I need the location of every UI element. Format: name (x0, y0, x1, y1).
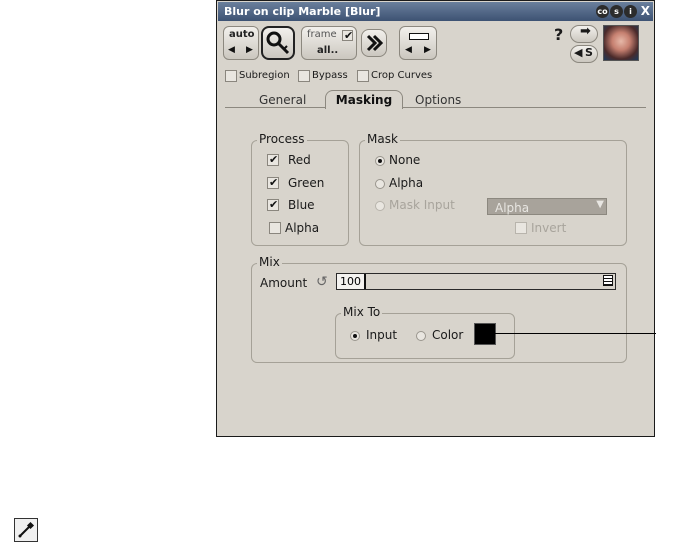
calculator-icon[interactable] (603, 275, 613, 286)
mask-input-dropdown-value: Alpha (495, 201, 530, 215)
cs-button[interactable]: ◀ S (570, 45, 598, 63)
red-label: Red (288, 153, 311, 167)
mask-none-label: None (389, 153, 421, 167)
alpha-label: Alpha (285, 221, 320, 235)
mask-alpha-radio[interactable] (375, 179, 385, 189)
blue-checkbox[interactable] (267, 198, 279, 211)
key-button[interactable] (261, 26, 295, 60)
auto-next-icon[interactable]: ▶ (246, 45, 253, 55)
frame-checkbox[interactable] (342, 29, 353, 42)
eyedropper-icon (18, 521, 35, 538)
mask-none-radio[interactable] (375, 156, 385, 166)
auto-control[interactable]: auto ◀ ▶ (223, 26, 259, 60)
auto-prev-icon[interactable]: ◀ (228, 45, 235, 55)
red-checkbox[interactable] (267, 153, 279, 166)
bypass-checkbox[interactable] (298, 70, 310, 82)
blue-label: Blue (288, 198, 315, 212)
crop-curves-checkbox[interactable] (357, 70, 369, 82)
green-label: Green (288, 176, 325, 190)
co-icon[interactable]: co (596, 5, 609, 18)
subregion-checkbox[interactable] (225, 70, 237, 82)
mix-title: Mix (257, 255, 282, 269)
mask-title: Mask (365, 132, 400, 146)
chevron-down-icon: ▼ (596, 199, 604, 210)
tab-general[interactable]: General (259, 93, 306, 111)
slot-prev-icon[interactable]: ◀ (405, 45, 412, 55)
crop-curves-label: Crop Curves (371, 70, 433, 81)
cs-arrow-icon: ◀ (574, 46, 583, 59)
mask-input-dropdown[interactable]: Alpha ▼ (487, 198, 607, 215)
mix-to-color-radio[interactable] (416, 331, 426, 341)
close-icon[interactable]: X (641, 4, 650, 18)
chevron-right-icon (366, 34, 384, 52)
cs-label: S (585, 46, 593, 59)
mix-to-input-radio[interactable] (350, 331, 360, 341)
slot-next-icon[interactable]: ▶ (424, 45, 431, 55)
auto-label: auto (229, 29, 255, 40)
info-icon[interactable]: i (624, 5, 637, 18)
mix-to-title: Mix To (341, 305, 383, 319)
amount-label: Amount (260, 276, 308, 290)
all-button[interactable]: all.. (317, 45, 338, 56)
tab-masking[interactable]: Masking (325, 90, 403, 109)
export-button[interactable]: ➡ (570, 24, 598, 43)
tab-options[interactable]: Options (415, 93, 461, 111)
title-bar[interactable]: Blur on clip Marble [Blur] co s i X (218, 2, 653, 21)
slot-control[interactable]: ◀ ▶ (399, 26, 437, 60)
bypass-label: Bypass (312, 70, 348, 81)
frame-control[interactable]: frame all.. (301, 26, 357, 60)
clip-thumbnail[interactable] (603, 25, 639, 61)
mix-color-swatch[interactable] (474, 323, 496, 345)
mix-to-input-label: Input (366, 328, 398, 342)
process-button[interactable] (361, 29, 387, 57)
green-checkbox[interactable] (267, 176, 279, 189)
callout-line (494, 333, 656, 334)
invert-label: Invert (531, 221, 567, 235)
slot-icon (409, 33, 429, 40)
arrow-right-icon: ➡ (580, 24, 591, 39)
reset-icon[interactable]: ↺ (316, 274, 328, 290)
alpha-checkbox[interactable] (269, 222, 281, 234)
amount-value[interactable]: 100 (337, 274, 366, 289)
help-icon[interactable]: ? (554, 25, 563, 44)
key-icon (266, 31, 290, 55)
mask-alpha-label: Alpha (389, 176, 424, 190)
mask-input-label: Mask Input (389, 198, 455, 212)
process-title: Process (257, 132, 307, 146)
subregion-label: Subregion (239, 70, 290, 81)
invert-checkbox[interactable] (515, 222, 527, 234)
frame-label: frame (307, 29, 337, 40)
plugin-window: Blur on clip Marble [Blur] co s i X auto… (216, 0, 655, 437)
eyedropper-button[interactable] (14, 518, 38, 542)
mix-to-color-label: Color (432, 328, 464, 342)
mask-input-radio[interactable] (375, 201, 385, 211)
window-title: Blur on clip Marble [Blur] (224, 5, 381, 18)
amount-slider[interactable]: 100 (336, 273, 616, 290)
s-icon[interactable]: s (610, 5, 623, 18)
